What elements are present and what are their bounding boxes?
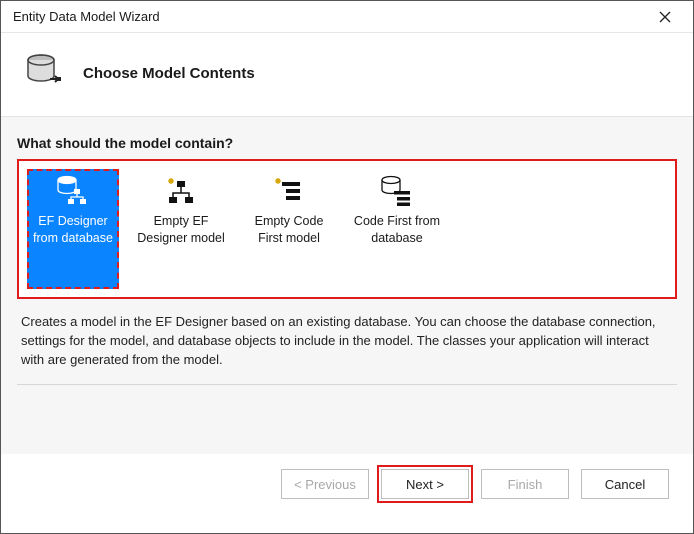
wizard-content: What should the model contain? EF Design… xyxy=(1,116,693,454)
db-model-icon xyxy=(29,173,117,209)
close-icon xyxy=(659,11,671,23)
question-label: What should the model contain? xyxy=(17,135,677,151)
next-button[interactable]: Next > xyxy=(381,469,469,499)
option-label: Empty Code First model xyxy=(255,214,324,245)
titlebar: Entity Data Model Wizard xyxy=(1,1,693,33)
code-icon xyxy=(245,173,333,209)
option-description: Creates a model in the EF Designer based… xyxy=(17,311,677,385)
close-button[interactable] xyxy=(645,1,685,32)
model-icon xyxy=(137,173,225,209)
option-label: EF Designer from database xyxy=(33,214,113,245)
option-ef-designer-from-db[interactable]: EF Designer from database xyxy=(27,169,119,289)
cancel-button[interactable]: Cancel xyxy=(581,469,669,499)
option-label: Code First from database xyxy=(354,214,440,245)
option-empty-code-first[interactable]: Empty Code First model xyxy=(243,169,335,289)
wizard-header: Choose Model Contents xyxy=(1,33,693,116)
option-code-first-from-db[interactable]: Code First from database xyxy=(351,169,443,289)
window-title: Entity Data Model Wizard xyxy=(13,9,160,24)
option-label: Empty EF Designer model xyxy=(137,214,225,245)
previous-button: < Previous xyxy=(281,469,369,499)
model-options: EF Designer from database Empty EF Desig… xyxy=(17,159,677,299)
wizard-footer: < Previous Next > Finish Cancel xyxy=(1,454,693,514)
page-title: Choose Model Contents xyxy=(83,65,255,82)
db-code-icon xyxy=(353,173,441,209)
finish-button: Finish xyxy=(481,469,569,499)
database-icon xyxy=(23,51,65,96)
option-empty-ef-designer[interactable]: Empty EF Designer model xyxy=(135,169,227,289)
